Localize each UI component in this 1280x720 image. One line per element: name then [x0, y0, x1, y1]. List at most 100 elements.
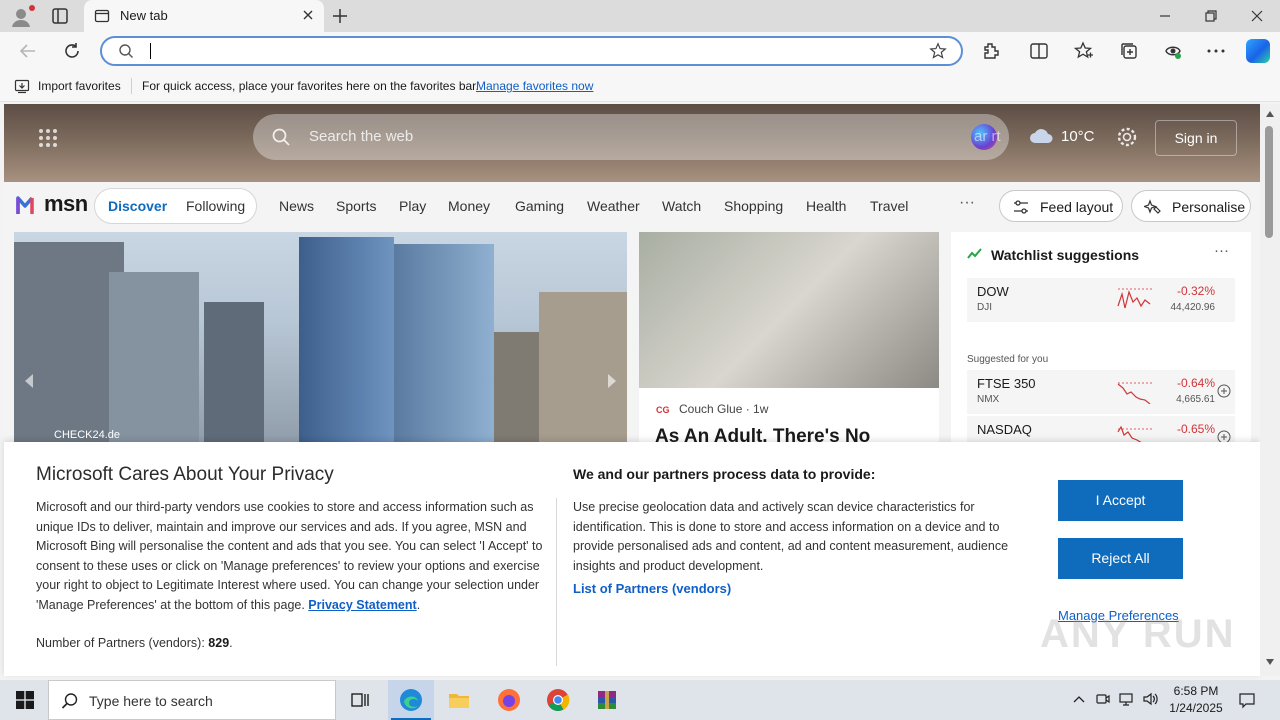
feed-switcher: Discover Following — [94, 188, 257, 224]
restore-icon[interactable] — [1201, 6, 1221, 26]
nav-item-news[interactable]: News — [279, 198, 314, 214]
privacy-title: Microsoft Cares About Your Privacy — [36, 464, 334, 485]
search-icon — [119, 44, 133, 58]
taskbar-file-explorer-button[interactable] — [436, 680, 482, 720]
stock-sparkline — [1117, 288, 1154, 309]
collections-icon[interactable] — [1118, 40, 1140, 62]
refresh-icon[interactable] — [61, 40, 83, 62]
address-bar[interactable] — [100, 36, 963, 66]
carousel-card[interactable]: CHECK24.de — [14, 232, 627, 452]
carousel-prev-icon[interactable] — [22, 372, 36, 390]
tab-actions-icon[interactable] — [50, 6, 70, 26]
close-window-icon[interactable] — [1247, 6, 1267, 26]
taskbar-firefox-button[interactable] — [486, 680, 532, 720]
nav-item-sports[interactable]: Sports — [336, 198, 376, 214]
partners-list-link[interactable]: List of Partners (vendors) — [573, 581, 731, 596]
weather-temperature[interactable]: 10°C — [1061, 128, 1095, 145]
import-favorites-button[interactable]: Import favorites — [38, 79, 121, 93]
volume-icon[interactable] — [1142, 691, 1158, 707]
favorites-bar: Import favorites For quick access, place… — [0, 70, 1280, 102]
add-to-watchlist-icon[interactable] — [1217, 384, 1231, 398]
msn-logo-icon[interactable] — [16, 192, 42, 216]
winrar-icon — [598, 691, 616, 709]
clock-date[interactable]: 1/24/2025 — [1166, 701, 1226, 715]
nav-item-watch[interactable]: Watch — [662, 198, 701, 214]
carousel-next-icon[interactable] — [605, 372, 619, 390]
tab-discover[interactable]: Discover — [108, 198, 167, 214]
task-view-button[interactable] — [337, 680, 383, 720]
meet-now-icon[interactable] — [1095, 691, 1111, 707]
tab-following[interactable]: Following — [186, 198, 245, 214]
nav-item-travel[interactable]: Travel — [870, 198, 908, 214]
accept-button[interactable]: I Accept — [1058, 480, 1183, 521]
nav-item-gaming[interactable]: Gaming — [515, 198, 564, 214]
app-launcher-icon[interactable] — [38, 128, 58, 148]
web-search-box[interactable]: Search the web — [253, 114, 1009, 160]
stock-name: FTSE 350 — [977, 376, 1036, 391]
copilot-icon[interactable] — [1246, 39, 1270, 63]
stock-change: -0.64% — [1176, 376, 1215, 390]
reject-all-button[interactable]: Reject All — [1058, 538, 1183, 579]
nav-item-health[interactable]: Health — [806, 198, 846, 214]
nav-more-button[interactable]: ··· — [959, 194, 975, 212]
task-view-icon — [351, 693, 369, 707]
favorites-bar-message: For quick access, place your favorites h… — [142, 79, 479, 93]
scroll-down-icon[interactable] — [1265, 658, 1275, 666]
favorites-icon[interactable] — [1073, 40, 1095, 62]
folder-icon — [449, 694, 469, 708]
browser-toolbar — [0, 32, 1280, 70]
firefox-icon — [498, 689, 520, 711]
extensions-icon[interactable] — [980, 40, 1002, 62]
watchlist-card: Watchlist suggestions ··· DOW DJI -0.32%… — [951, 232, 1251, 452]
taskbar-edge-button[interactable] — [388, 680, 434, 720]
partners-count: Number of Partners (vendors): 829. — [36, 636, 233, 650]
cloud-icon[interactable] — [1028, 126, 1056, 146]
personalise-button[interactable]: Personalise — [1131, 190, 1251, 222]
building-image — [14, 242, 124, 452]
settings-more-icon[interactable] — [1205, 40, 1227, 62]
nav-item-money[interactable]: Money — [448, 198, 490, 214]
gear-icon[interactable] — [1116, 126, 1138, 148]
privacy-purposes-heading: We and our partners process data to prov… — [573, 466, 876, 482]
new-tab-icon[interactable] — [330, 6, 350, 26]
scrollbar-thumb[interactable] — [1265, 126, 1273, 238]
sign-in-button[interactable]: Sign in — [1155, 120, 1237, 156]
clock-time[interactable]: 6:58 PM — [1166, 684, 1226, 698]
svg-text:CG: CG — [656, 405, 670, 414]
split-screen-icon[interactable] — [1028, 40, 1050, 62]
sparkle-icon — [1144, 199, 1161, 214]
nav-item-shopping[interactable]: Shopping — [724, 198, 783, 214]
network-icon[interactable] — [1118, 691, 1134, 707]
search-icon — [61, 693, 78, 709]
watermark: ANY RUN — [1040, 612, 1236, 656]
nav-item-play[interactable]: Play — [399, 198, 426, 214]
tab-title: New tab — [120, 8, 168, 23]
back-icon[interactable] — [17, 40, 39, 62]
notification-center-icon[interactable] — [1238, 691, 1256, 709]
stock-row[interactable]: FTSE 350 NMX -0.64% 4,665.61 — [967, 370, 1235, 414]
feed-layout-button[interactable]: Feed layout — [999, 190, 1123, 222]
windows-start-icon[interactable] — [16, 691, 34, 709]
show-hidden-icons-icon[interactable] — [1071, 691, 1087, 707]
stock-exchange: NMX — [977, 394, 1000, 405]
taskbar-search-box[interactable]: Type here to search — [48, 680, 336, 720]
manage-favorites-link[interactable]: Manage favorites now — [476, 79, 593, 93]
nav-item-weather[interactable]: Weather — [587, 198, 640, 214]
stock-row[interactable]: DOW DJI -0.32% 44,420.96 — [967, 278, 1235, 322]
favorite-star-icon[interactable] — [929, 42, 947, 60]
taskbar-winrar-button[interactable] — [584, 680, 630, 720]
taskbar-chrome-button[interactable] — [535, 680, 581, 720]
stock-value: 44,420.96 — [1170, 302, 1216, 313]
privacy-body: Microsoft and our third-party vendors us… — [36, 500, 543, 612]
close-tab-icon[interactable] — [300, 7, 316, 23]
minimize-icon[interactable] — [1155, 6, 1175, 26]
tab-new-tab[interactable]: New tab — [84, 0, 324, 32]
privacy-statement-link[interactable]: Privacy Statement — [308, 598, 416, 612]
watchlist-more-button[interactable]: ··· — [1214, 242, 1229, 259]
sliders-icon — [1014, 200, 1028, 214]
scroll-up-icon[interactable] — [1265, 110, 1275, 118]
news-card[interactable]: CG Couch Glue · 1w As An Adult, There's … — [639, 232, 939, 452]
browser-essentials-icon[interactable] — [1162, 40, 1184, 62]
msn-logo-text[interactable]: msn — [44, 191, 88, 217]
page-scrollbar[interactable] — [1260, 104, 1280, 676]
